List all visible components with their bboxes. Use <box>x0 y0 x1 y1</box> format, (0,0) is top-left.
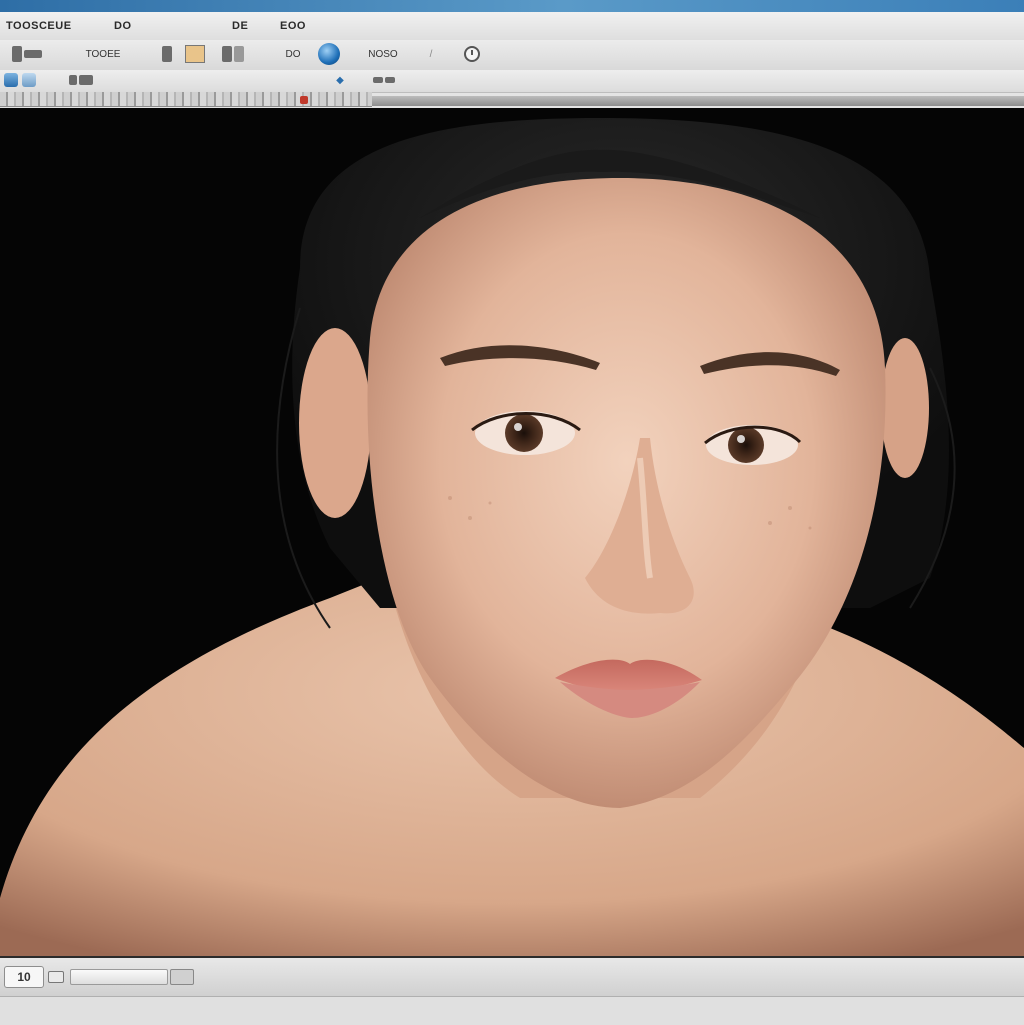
tool-group[interactable] <box>52 70 112 90</box>
menu-item-view[interactable]: DE <box>232 20 248 32</box>
drop-icon[interactable]: ◆ <box>330 70 350 90</box>
image-icon <box>185 45 205 63</box>
ruler-strip-right <box>372 96 1024 106</box>
separator: / <box>429 48 433 60</box>
zoom-controls[interactable] <box>360 70 410 90</box>
horizontal-scrollbar[interactable] <box>70 969 168 985</box>
app-window: TOOSCEUE DO DE EOO TOOEE DO NOSO / ◆ 10 <box>0 0 1024 1025</box>
menu-bar: TOOSCEUE DO DE EOO <box>0 12 1024 41</box>
tab-icon[interactable] <box>4 73 18 87</box>
scroll-button[interactable] <box>170 969 194 985</box>
noso-button[interactable]: NOSO <box>356 44 410 64</box>
title-bar <box>0 0 1024 12</box>
sliders-icon <box>222 46 232 62</box>
image-canvas[interactable] <box>0 108 1024 956</box>
menu-item-edit[interactable]: DO <box>114 20 132 32</box>
text-button[interactable]: TOOEE <box>80 44 126 64</box>
arrow-icon <box>24 50 42 58</box>
globe-icon[interactable] <box>318 43 340 65</box>
window-bottom-edge <box>0 996 1024 1025</box>
pen-icon <box>69 75 77 85</box>
menu-item-file[interactable]: TOOSCEUE <box>6 20 72 32</box>
zoom-level[interactable]: 10 <box>4 966 44 988</box>
folder-icon <box>12 46 22 62</box>
layer-button[interactable] <box>160 44 176 64</box>
zoom-in-icon <box>385 77 395 83</box>
clock-icon[interactable] <box>464 46 480 62</box>
do-button[interactable]: DO <box>280 44 306 64</box>
main-toolbar: TOOEE DO NOSO / <box>0 40 1024 71</box>
portrait-photo <box>0 108 1024 956</box>
tab-icon-secondary[interactable] <box>22 73 36 87</box>
contrast-icon <box>234 46 244 62</box>
zoom-out-icon <box>373 77 383 83</box>
brush-icon <box>79 75 93 85</box>
ruler-strip <box>0 92 372 107</box>
image-button[interactable] <box>184 44 206 64</box>
status-bar: 10 <box>0 956 1024 998</box>
adjust-button[interactable] <box>214 44 254 64</box>
marker-icon <box>300 96 308 104</box>
layer-icon <box>162 46 172 62</box>
open-button[interactable] <box>8 44 48 64</box>
secondary-toolbar: ◆ <box>0 70 1024 93</box>
menu-item-tools[interactable]: EOO <box>280 20 306 32</box>
fit-icon[interactable] <box>48 971 64 983</box>
